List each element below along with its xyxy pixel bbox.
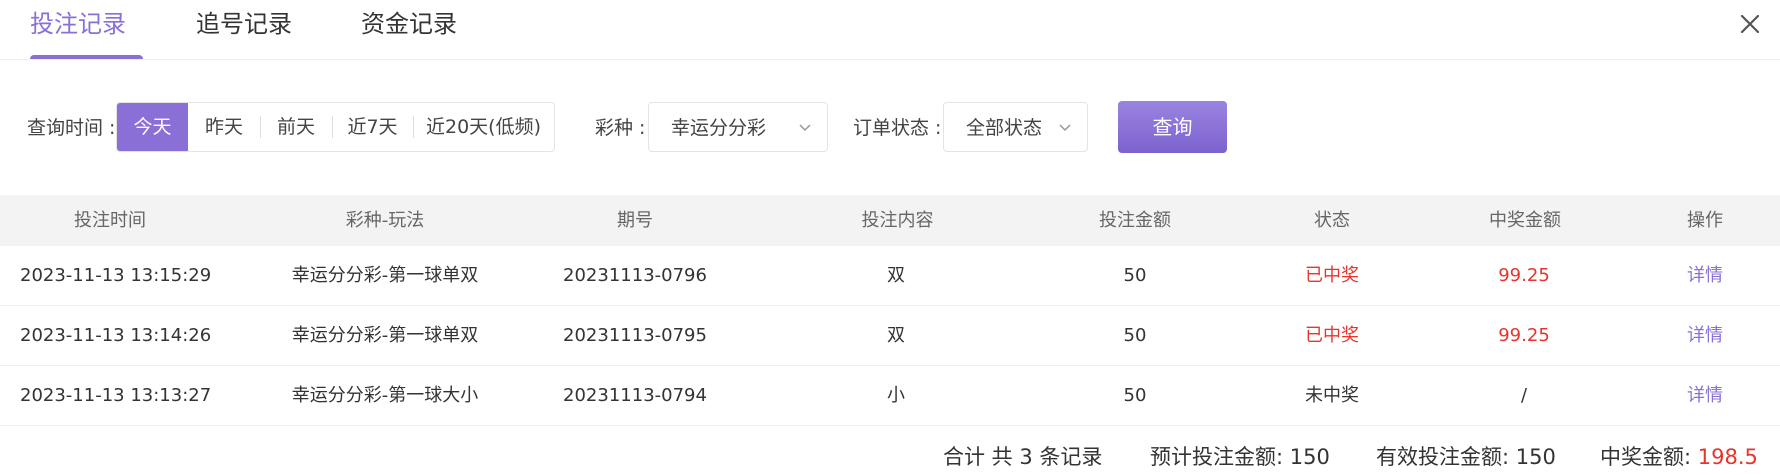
tab-fund-records[interactable]: 资金记录 <box>361 8 457 40</box>
table-row: 2023-11-13 13:13:27 幸运分分彩-第一球大小 20231113… <box>0 366 1780 426</box>
order-status-label: 订单状态 : <box>853 117 942 139</box>
row-issue: 20231113-0795 <box>563 325 707 346</box>
row-content: 双 <box>887 325 905 346</box>
active-tab-underline <box>30 55 143 59</box>
summary-expected-value: 150 <box>1289 445 1330 469</box>
row-game: 幸运分分彩-第一球单双 <box>291 325 479 346</box>
row-detail-link[interactable]: 详情 <box>1655 306 1755 366</box>
row-status: 已中奖 <box>1305 325 1359 346</box>
table-row: 2023-11-13 13:15:29 幸运分分彩-第一球单双 20231113… <box>0 246 1780 306</box>
close-button[interactable] <box>1732 6 1768 42</box>
column-header-bet-time: 投注时间 <box>74 210 146 231</box>
chevron-down-icon <box>1059 124 1071 132</box>
time-option-20-days[interactable]: 近20天(低频) <box>413 103 554 151</box>
row-bet-time: 2023-11-13 13:15:29 <box>20 265 212 286</box>
query-button[interactable]: 查询 <box>1118 101 1227 153</box>
summary-valid-value: 150 <box>1515 445 1556 469</box>
column-header-game: 彩种-玩法 <box>345 210 425 231</box>
table-row: 2023-11-13 13:14:26 幸运分分彩-第一球单双 20231113… <box>0 306 1780 366</box>
chevron-down-icon <box>799 124 811 132</box>
summary-expected: 预计投注金额: 150 <box>1150 442 1330 472</box>
row-game: 幸运分分彩-第一球大小 <box>291 385 479 406</box>
time-option-7-days[interactable]: 近7天 <box>332 103 413 151</box>
row-content: 小 <box>887 385 905 406</box>
lottery-select-value: 幸运分分彩 <box>671 117 767 139</box>
lottery-label: 彩种 : <box>595 117 646 139</box>
row-bet-time: 2023-11-13 13:13:27 <box>20 385 212 406</box>
summary-win-value: 198.5 <box>1697 445 1758 469</box>
close-icon <box>1740 14 1760 34</box>
time-option-day-before[interactable]: 前天 <box>260 103 332 151</box>
row-amount: 50 <box>1123 325 1147 346</box>
order-status-select[interactable]: 全部状态 <box>943 102 1088 152</box>
row-detail-link[interactable]: 详情 <box>1655 366 1755 426</box>
tab-bar: 投注记录 追号记录 资金记录 <box>0 0 1780 60</box>
table-header: 投注时间 彩种-玩法 期号 投注内容 投注金额 状态 中奖金额 操作 <box>0 195 1780 246</box>
order-status-select-value: 全部状态 <box>966 117 1043 139</box>
summary-win: 中奖金额: 198.5 <box>1600 442 1758 472</box>
column-header-content: 投注内容 <box>861 210 934 231</box>
column-header-amount: 投注金额 <box>1099 210 1171 231</box>
row-amount: 50 <box>1123 265 1147 286</box>
summary-total: 合计 共 3 条记录 <box>943 445 1103 469</box>
time-option-today[interactable]: 今天 <box>117 103 188 151</box>
row-amount: 50 <box>1123 385 1147 406</box>
lottery-select[interactable]: 幸运分分彩 <box>648 102 828 152</box>
column-header-issue: 期号 <box>617 210 653 231</box>
row-content: 双 <box>887 265 905 286</box>
row-game: 幸运分分彩-第一球单双 <box>291 265 479 286</box>
query-time-label: 查询时间 : <box>27 117 116 139</box>
row-status: 已中奖 <box>1305 265 1359 286</box>
tab-bet-records[interactable]: 投注记录 <box>30 8 126 40</box>
summary-valid-label: 有效投注金额: <box>1376 445 1516 469</box>
filter-bar: 查询时间 : 今天 昨天 前天 近7天 近20天(低频) 彩种 : 幸运分分彩 … <box>0 100 1780 156</box>
row-bet-time: 2023-11-13 13:14:26 <box>20 325 212 346</box>
row-win-amount: 99.25 <box>1498 325 1550 346</box>
summary-win-label: 中奖金额: <box>1600 445 1698 469</box>
row-status: 未中奖 <box>1305 385 1359 406</box>
row-detail-link[interactable]: 详情 <box>1655 246 1755 306</box>
row-win-amount: 99.25 <box>1498 265 1550 286</box>
row-win-amount: / <box>1520 385 1528 406</box>
column-header-win-amount: 中奖金额 <box>1489 210 1561 231</box>
row-issue: 20231113-0794 <box>563 385 707 406</box>
time-option-yesterday[interactable]: 昨天 <box>188 103 260 151</box>
summary-valid: 有效投注金额: 150 <box>1376 442 1556 472</box>
summary-bar: 合计 共 3 条记录 预计投注金额: 150 有效投注金额: 150 中奖金额:… <box>0 442 1780 472</box>
summary-expected-label: 预计投注金额: <box>1150 445 1290 469</box>
tab-chase-records[interactable]: 追号记录 <box>196 8 292 40</box>
column-header-action: 操作 <box>1687 210 1723 231</box>
column-header-status: 状态 <box>1314 210 1350 231</box>
row-issue: 20231113-0796 <box>563 265 707 286</box>
time-range-selector: 今天 昨天 前天 近7天 近20天(低频) <box>116 102 555 152</box>
